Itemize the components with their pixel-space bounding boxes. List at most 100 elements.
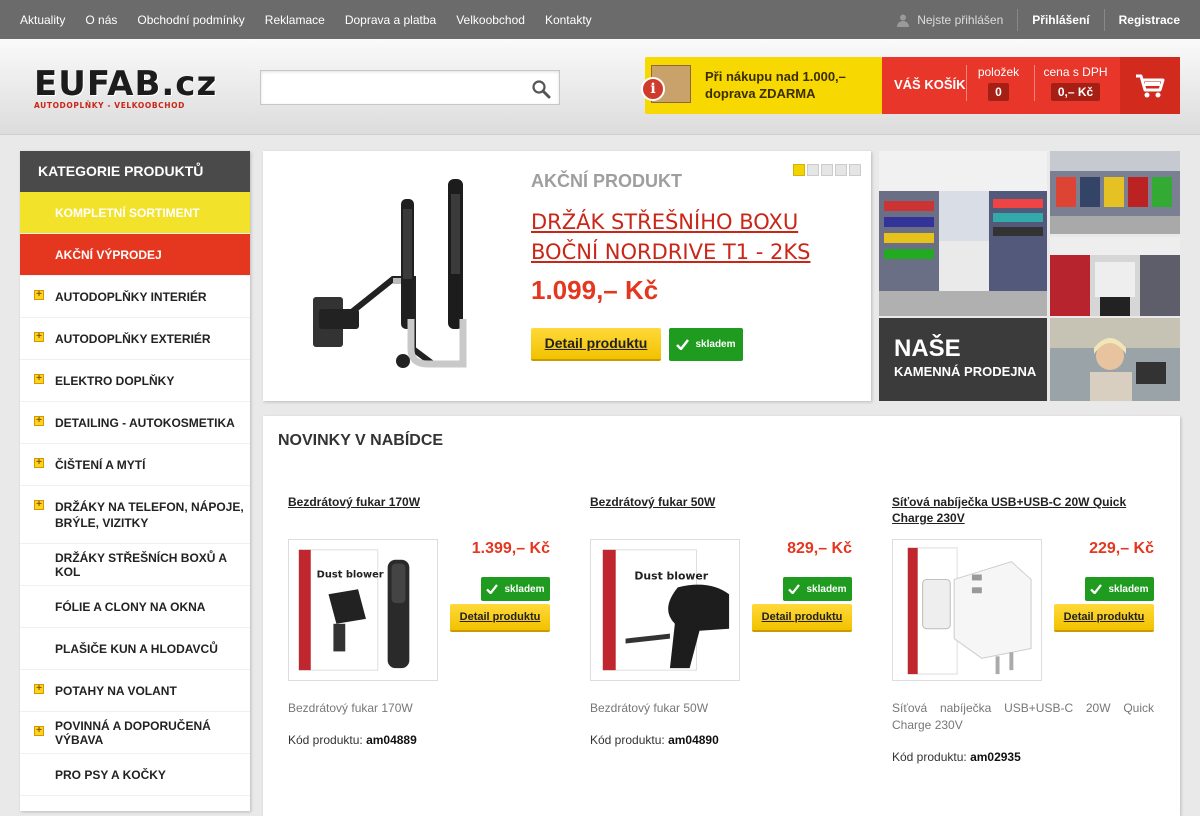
check-icon [788,584,801,594]
product-code-value: am04889 [366,733,417,747]
sidebar-category-item[interactable]: + DRŽÁKY NA TELEFON, NÁPOJE, BRÝLE, VIZIT… [20,486,250,544]
product-code: Kód produktu: am04890 [590,733,719,747]
product-description: Síťová nabíječka USB+USB-C 20W Quick Cha… [892,701,1154,732]
product-code: Kód produktu: am04889 [288,733,417,747]
featured-product-price: 1.099,– Kč [531,275,659,305]
nav-link-reklamace[interactable]: Reklamace [265,13,325,27]
nav-link-kontakty[interactable]: Kontakty [545,13,592,27]
stock-text: skladem [695,339,736,350]
sidebar-category-item[interactable]: + ELEKTRO DOPLŇKY [20,360,250,402]
cart-button[interactable] [1120,57,1180,114]
logo[interactable]: EUFAB.cz AUTODOPLŇKY - VELKOOBCHOD [34,67,216,111]
store-photo [1050,237,1180,316]
expand-plus-icon[interactable]: + [34,684,44,694]
login-status-text: Nejste přihlášen [917,12,1004,27]
sidebar-category-item[interactable]: PLAŠIČE KUN A HLODAVCŮ [20,628,250,670]
product-title[interactable]: Bezdrátový fukar 50W [590,494,852,510]
product-detail-button[interactable]: Detail produktu [752,604,852,632]
free-shipping-promo: i Při nákupu nad 1.000,– doprava ZDARMA [641,57,882,114]
sidebar-category-label: ČIŠTENÍ A MYTÍ [55,457,146,472]
check-icon [676,339,690,350]
cart-label: VÁŠ KOŠÍK [894,77,966,92]
nav-link-obchodni-podminky[interactable]: Obchodní podmínky [137,13,244,27]
check-icon [486,584,499,594]
expand-plus-icon[interactable]: + [34,726,44,736]
expand-plus-icon[interactable]: + [34,458,44,468]
sidebar-category-item[interactable]: AKČNÍ VÝPRODEJ [20,234,250,276]
login-status: Nejste přihlášen [896,13,1017,27]
search-input[interactable] [261,71,521,104]
sidebar-category-label: DETAILING - AUTOKOSMETIKA [55,415,235,430]
sidebar-category-item[interactable]: + AUTODOPLŇKY INTERIÉR [20,276,250,318]
product-image[interactable] [892,539,1042,681]
sidebar-category-label: DRŽÁKY STŘEŠNÍCH BOXŮ A KOL [55,550,227,579]
stock-text: skladem [806,583,847,595]
top-bar: Aktuality O nás Obchodní podmínky Reklam… [0,0,1200,39]
stock-badge: skladem [481,577,550,601]
product-card: Bezdrátový fukar 170W Dust blower 1.399,… [288,494,550,794]
store-photo [1050,151,1180,234]
sidebar-category-item[interactable]: + POTAHY NA VOLANT [20,670,250,712]
expand-plus-icon[interactable]: + [34,290,44,300]
product-description: Bezdrátový fukar 170W [288,701,413,715]
sidebar-category-label: PLAŠIČE KUN A HLODAVCŮ [55,641,218,656]
product-detail-button[interactable]: Detail produktu [1054,604,1154,632]
cart-price-label: cena s DPH [1043,65,1108,79]
sidebar-category-label: POVINNÁ A DOPORUČENÁ VÝBAVA [55,718,211,747]
sidebar-category-label: KOMPLETNÍ SORTIMENT [55,205,200,220]
product-image[interactable]: Dust blower [288,539,438,681]
top-navigation: Aktuality O nás Obchodní podmínky Reklam… [20,0,612,39]
featured-product-title[interactable]: DRŽÁK STŘEŠNÍHO BOXU BOČNÍ NORDRIVE T1 -… [531,207,861,267]
sidebar-category-item[interactable]: DRŽÁKY STŘEŠNÍCH BOXŮ A KOL [20,544,250,586]
slider-dot[interactable] [821,164,833,176]
sidebar-category-label: AUTODOPLŇKY INTERIÉR [55,289,207,304]
product-image[interactable]: Dust blower [590,539,740,681]
expand-plus-icon[interactable]: + [34,374,44,384]
slider-dot[interactable] [835,164,847,176]
sidebar-category-label: FÓLIE A CLONY NA OKNA [55,599,206,614]
sidebar-category-item[interactable]: + ČIŠTENÍ A MYTÍ [20,444,250,486]
category-sidebar: KATEGORIE PRODUKTŮ KOMPLETNÍ SORTIMENT AK… [20,151,250,811]
store-collage[interactable]: NAŠE KAMENNÁ PRODEJNA [879,151,1180,401]
nav-link-aktuality[interactable]: Aktuality [20,13,65,27]
category-list: KOMPLETNÍ SORTIMENT AKČNÍ VÝPRODEJ + AUTODO… [20,192,250,796]
user-bar: Nejste přihlášen Přihlášení Registrace [896,0,1180,39]
cart-widget[interactable]: VÁŠ KOŠÍK položek 0 cena s DPH 0,– Kč [882,57,1180,114]
sidebar-category-item[interactable]: KOMPLETNÍ SORTIMENT [20,192,250,234]
sidebar-title: KATEGORIE PRODUKTŮ [20,151,250,192]
product-detail-button[interactable]: Detail produktu [450,604,550,632]
header: EUFAB.cz AUTODOPLŇKY - VELKOOBCHOD i Při… [0,39,1200,135]
stock-badge: skladem [783,577,852,601]
search-box [260,70,560,105]
sidebar-category-item[interactable]: + DETAILING - AUTOKOSMETIKA [20,402,250,444]
nav-link-velkoobchod[interactable]: Velkoobchod [456,13,525,27]
check-icon [1090,584,1103,594]
product-image[interactable] [283,169,493,379]
sidebar-category-item[interactable]: PRO PSY A KOČKY [20,754,250,796]
cart-items: položek 0 [966,65,1030,101]
product-title[interactable]: Bezdrátový fukar 170W [288,494,550,510]
sidebar-category-item[interactable]: + AUTODOPLŇKY EXTERIÉR [20,318,250,360]
slider-dot[interactable] [807,164,819,176]
login-link[interactable]: Přihlášení [1018,13,1103,27]
register-link[interactable]: Registrace [1105,13,1180,27]
expand-plus-icon[interactable]: + [34,332,44,342]
product-title[interactable]: Síťová nabíječka USB+USB-C 20W Quick Cha… [892,494,1154,526]
product-price: 229,– Kč [1089,540,1154,557]
slider-dot[interactable] [793,164,805,176]
expand-plus-icon[interactable]: + [34,500,44,510]
product-card: Síťová nabíječka USB+USB-C 20W Quick Cha… [892,494,1154,794]
nav-link-o-nas[interactable]: O nás [85,13,117,27]
slider-dot[interactable] [849,164,861,176]
sidebar-category-label: PRO PSY A KOČKY [55,767,166,782]
featured-detail-button[interactable]: Detail produktu [531,328,661,361]
search-icon[interactable] [531,79,551,99]
product-price: 829,– Kč [787,540,852,557]
sidebar-category-item[interactable]: + POVINNÁ A DOPORUČENÁ VÝBAVA [20,712,250,754]
expand-plus-icon[interactable]: + [34,416,44,426]
nav-link-doprava-a-platba[interactable]: Doprava a platba [345,13,436,27]
logo-main: EUFAB [34,64,162,104]
new-products-section: NOVINKY V NABÍDCE Bezdrátový fukar 170W … [263,416,1180,816]
sidebar-category-item[interactable]: FÓLIE A CLONY NA OKNA [20,586,250,628]
slider-pagination [793,164,861,176]
